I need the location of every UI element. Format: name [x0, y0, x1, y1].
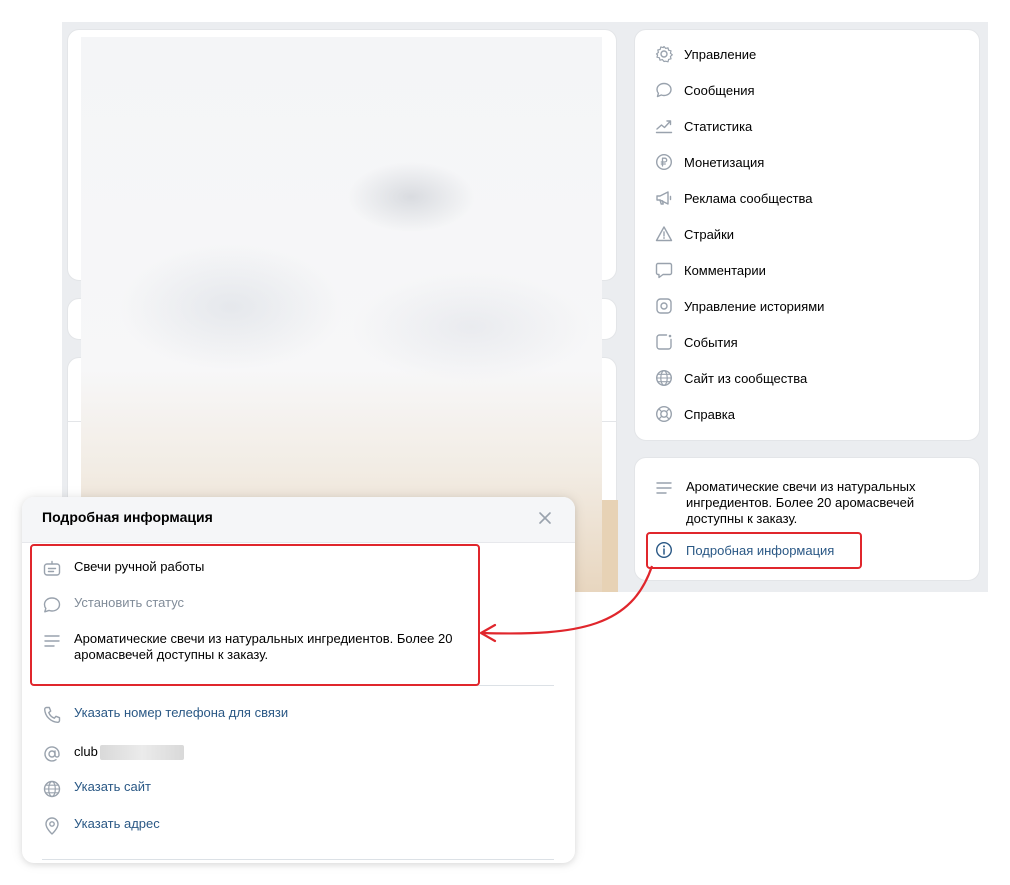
menu-item-stories[interactable]: Управление историями — [655, 295, 824, 317]
menu-item-ads[interactable]: Реклама сообщества — [655, 187, 813, 209]
menu-item-events[interactable]: События — [655, 331, 738, 353]
menu-item-help[interactable]: Справка — [655, 403, 735, 425]
add-address-link[interactable]: Указать адрес — [74, 816, 160, 832]
menu-item-monetization[interactable]: Монетизация — [655, 151, 764, 173]
help-icon — [655, 405, 673, 423]
stories-icon — [655, 297, 673, 315]
modal-title: Подробная информация — [42, 509, 213, 525]
menu-item-messages[interactable]: Сообщения — [655, 79, 755, 101]
globe-icon — [42, 779, 62, 799]
menu-item-label: Страйки — [684, 226, 735, 242]
menu-item-label: Монетизация — [684, 154, 765, 170]
menu-item-label: Управление — [684, 46, 757, 62]
stats-icon — [655, 117, 673, 135]
details-link-highlight — [646, 532, 862, 569]
menu-item-label: Статистика — [684, 118, 753, 134]
menu-item-label: Управление историями — [684, 298, 825, 314]
close-button[interactable] — [535, 508, 555, 528]
menu-item-statistics[interactable]: Статистика — [655, 115, 752, 137]
add-site-link[interactable]: Указать сайт — [74, 779, 151, 795]
location-pin-icon — [42, 816, 62, 836]
menu-item-label: Сайт из сообщества — [684, 370, 808, 386]
globe-icon — [655, 369, 673, 387]
redacted-id — [99, 745, 184, 761]
comment-icon — [655, 261, 673, 279]
short-address-prefix: club — [74, 744, 98, 759]
menu-item-strikes[interactable]: Страйки — [655, 223, 734, 245]
modal-header: Подробная информация — [22, 497, 575, 543]
menu-item-label: Сообщения — [684, 82, 755, 98]
address-row[interactable]: Указать адрес — [42, 816, 160, 836]
modal-info-highlight — [30, 544, 480, 686]
at-icon — [42, 744, 62, 764]
event-icon — [655, 333, 673, 351]
menu-item-comments[interactable]: Комментарии — [655, 259, 766, 281]
add-phone-link[interactable]: Указать номер телефона для связи — [74, 705, 288, 721]
menu-item-site[interactable]: Сайт из сообщества — [655, 367, 807, 389]
modal-bottom-divider — [42, 859, 554, 860]
site-row[interactable]: Указать сайт — [42, 779, 151, 799]
ruble-icon — [655, 153, 673, 171]
photo-edge — [602, 500, 618, 592]
phone-icon — [42, 705, 62, 725]
menu-item-label: Реклама сообщества — [684, 190, 813, 206]
menu-item-label: Справка — [684, 406, 735, 422]
warning-icon — [655, 225, 673, 243]
menu-item-label: Комментарии — [684, 262, 766, 278]
short-address-text: club — [74, 744, 184, 761]
short-address-row: club — [42, 744, 184, 764]
message-icon — [655, 81, 673, 99]
menu-item-label: События — [684, 334, 738, 350]
menu-item-management[interactable]: Управление — [655, 43, 756, 65]
community-description: Ароматические свечи из натуральных ингре… — [686, 479, 916, 526]
close-icon — [535, 508, 555, 528]
gear-icon — [655, 45, 673, 63]
description-lines-icon — [655, 479, 673, 497]
phone-row[interactable]: Указать номер телефона для связи — [42, 705, 288, 725]
megaphone-icon — [655, 189, 673, 207]
